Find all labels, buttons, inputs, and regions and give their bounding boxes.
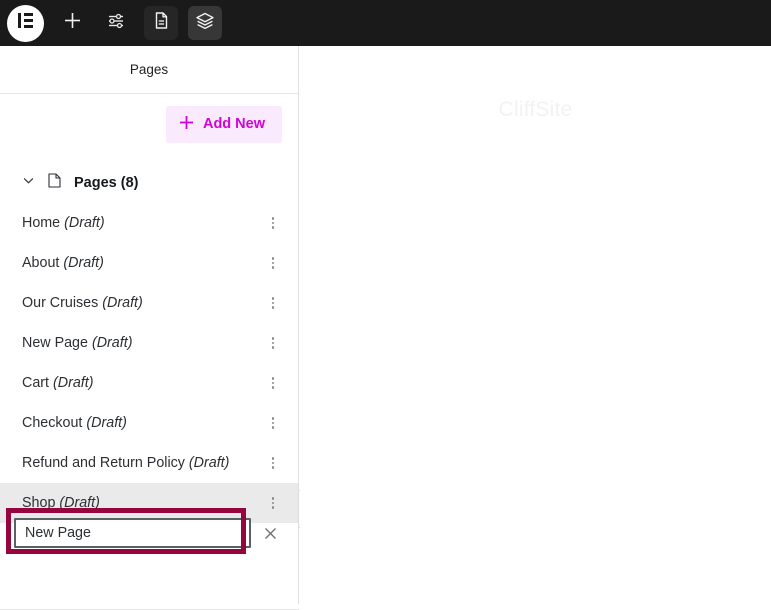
- page-item-menu-button[interactable]: [266, 293, 281, 313]
- site-settings-button[interactable]: [100, 6, 134, 40]
- page-file-icon: [48, 173, 61, 193]
- pages-panel: Pages Add New Pages (8) Home (Draft) Abo…: [0, 46, 299, 610]
- page-item-label: Our Cruises (Draft): [22, 295, 143, 311]
- page-list-item-cart[interactable]: Cart (Draft): [0, 363, 298, 403]
- page-item-menu-button[interactable]: [266, 453, 281, 473]
- structure-button[interactable]: [188, 6, 222, 40]
- pages-group-label: Pages (8): [74, 175, 139, 191]
- page-list-item-home[interactable]: Home (Draft): [0, 203, 298, 243]
- page-list-item-our-cruises[interactable]: Our Cruises (Draft): [0, 283, 298, 323]
- page-settings-button[interactable]: [144, 6, 178, 40]
- page-name-input[interactable]: [14, 518, 251, 548]
- page-item-label: Shop (Draft): [22, 495, 100, 511]
- document-icon: [152, 11, 171, 35]
- page-item-label: Home (Draft): [22, 215, 105, 231]
- add-new-row: Add New: [0, 94, 298, 154]
- page-list-item-checkout[interactable]: Checkout (Draft): [0, 403, 298, 443]
- add-new-button[interactable]: Add New: [165, 105, 282, 143]
- page-list-item-about[interactable]: About (Draft): [0, 243, 298, 283]
- top-toolbar: [0, 0, 771, 46]
- page-list-item-new-page[interactable]: New Page (Draft): [0, 323, 298, 363]
- add-element-button[interactable]: [55, 6, 89, 40]
- canvas-watermark: CliffSite: [498, 98, 573, 121]
- elementor-logo-button[interactable]: [7, 4, 44, 42]
- rename-page-row: [0, 510, 299, 556]
- plus-icon: [63, 11, 82, 35]
- editor-canvas[interactable]: CliffSite: [300, 46, 771, 604]
- elementor-logo-icon: [16, 11, 35, 35]
- chevron-down-icon[interactable]: [22, 174, 35, 192]
- plus-icon: [179, 115, 194, 134]
- panel-header: Pages: [0, 46, 298, 94]
- close-x-icon[interactable]: [261, 524, 279, 542]
- page-item-label: New Page (Draft): [22, 335, 133, 351]
- add-new-label: Add New: [202, 116, 265, 132]
- page-item-label: Refund and Return Policy (Draft): [22, 455, 230, 471]
- page-item-label: Cart (Draft): [22, 375, 94, 391]
- page-item-menu-button[interactable]: [266, 333, 281, 353]
- page-item-menu-button[interactable]: [266, 253, 281, 273]
- page-item-label: Checkout (Draft): [22, 415, 127, 431]
- page-item-label: About (Draft): [22, 255, 104, 271]
- sliders-icon: [107, 11, 127, 36]
- page-item-menu-button[interactable]: [266, 373, 281, 393]
- layers-icon: [195, 11, 215, 36]
- page-title: Pages: [129, 62, 169, 77]
- page-list-item-refund-and-return-policy[interactable]: Refund and Return Policy (Draft): [0, 443, 298, 483]
- pages-group-header[interactable]: Pages (8): [0, 163, 298, 203]
- page-item-menu-button[interactable]: [266, 213, 281, 233]
- page-item-menu-button[interactable]: [266, 413, 281, 433]
